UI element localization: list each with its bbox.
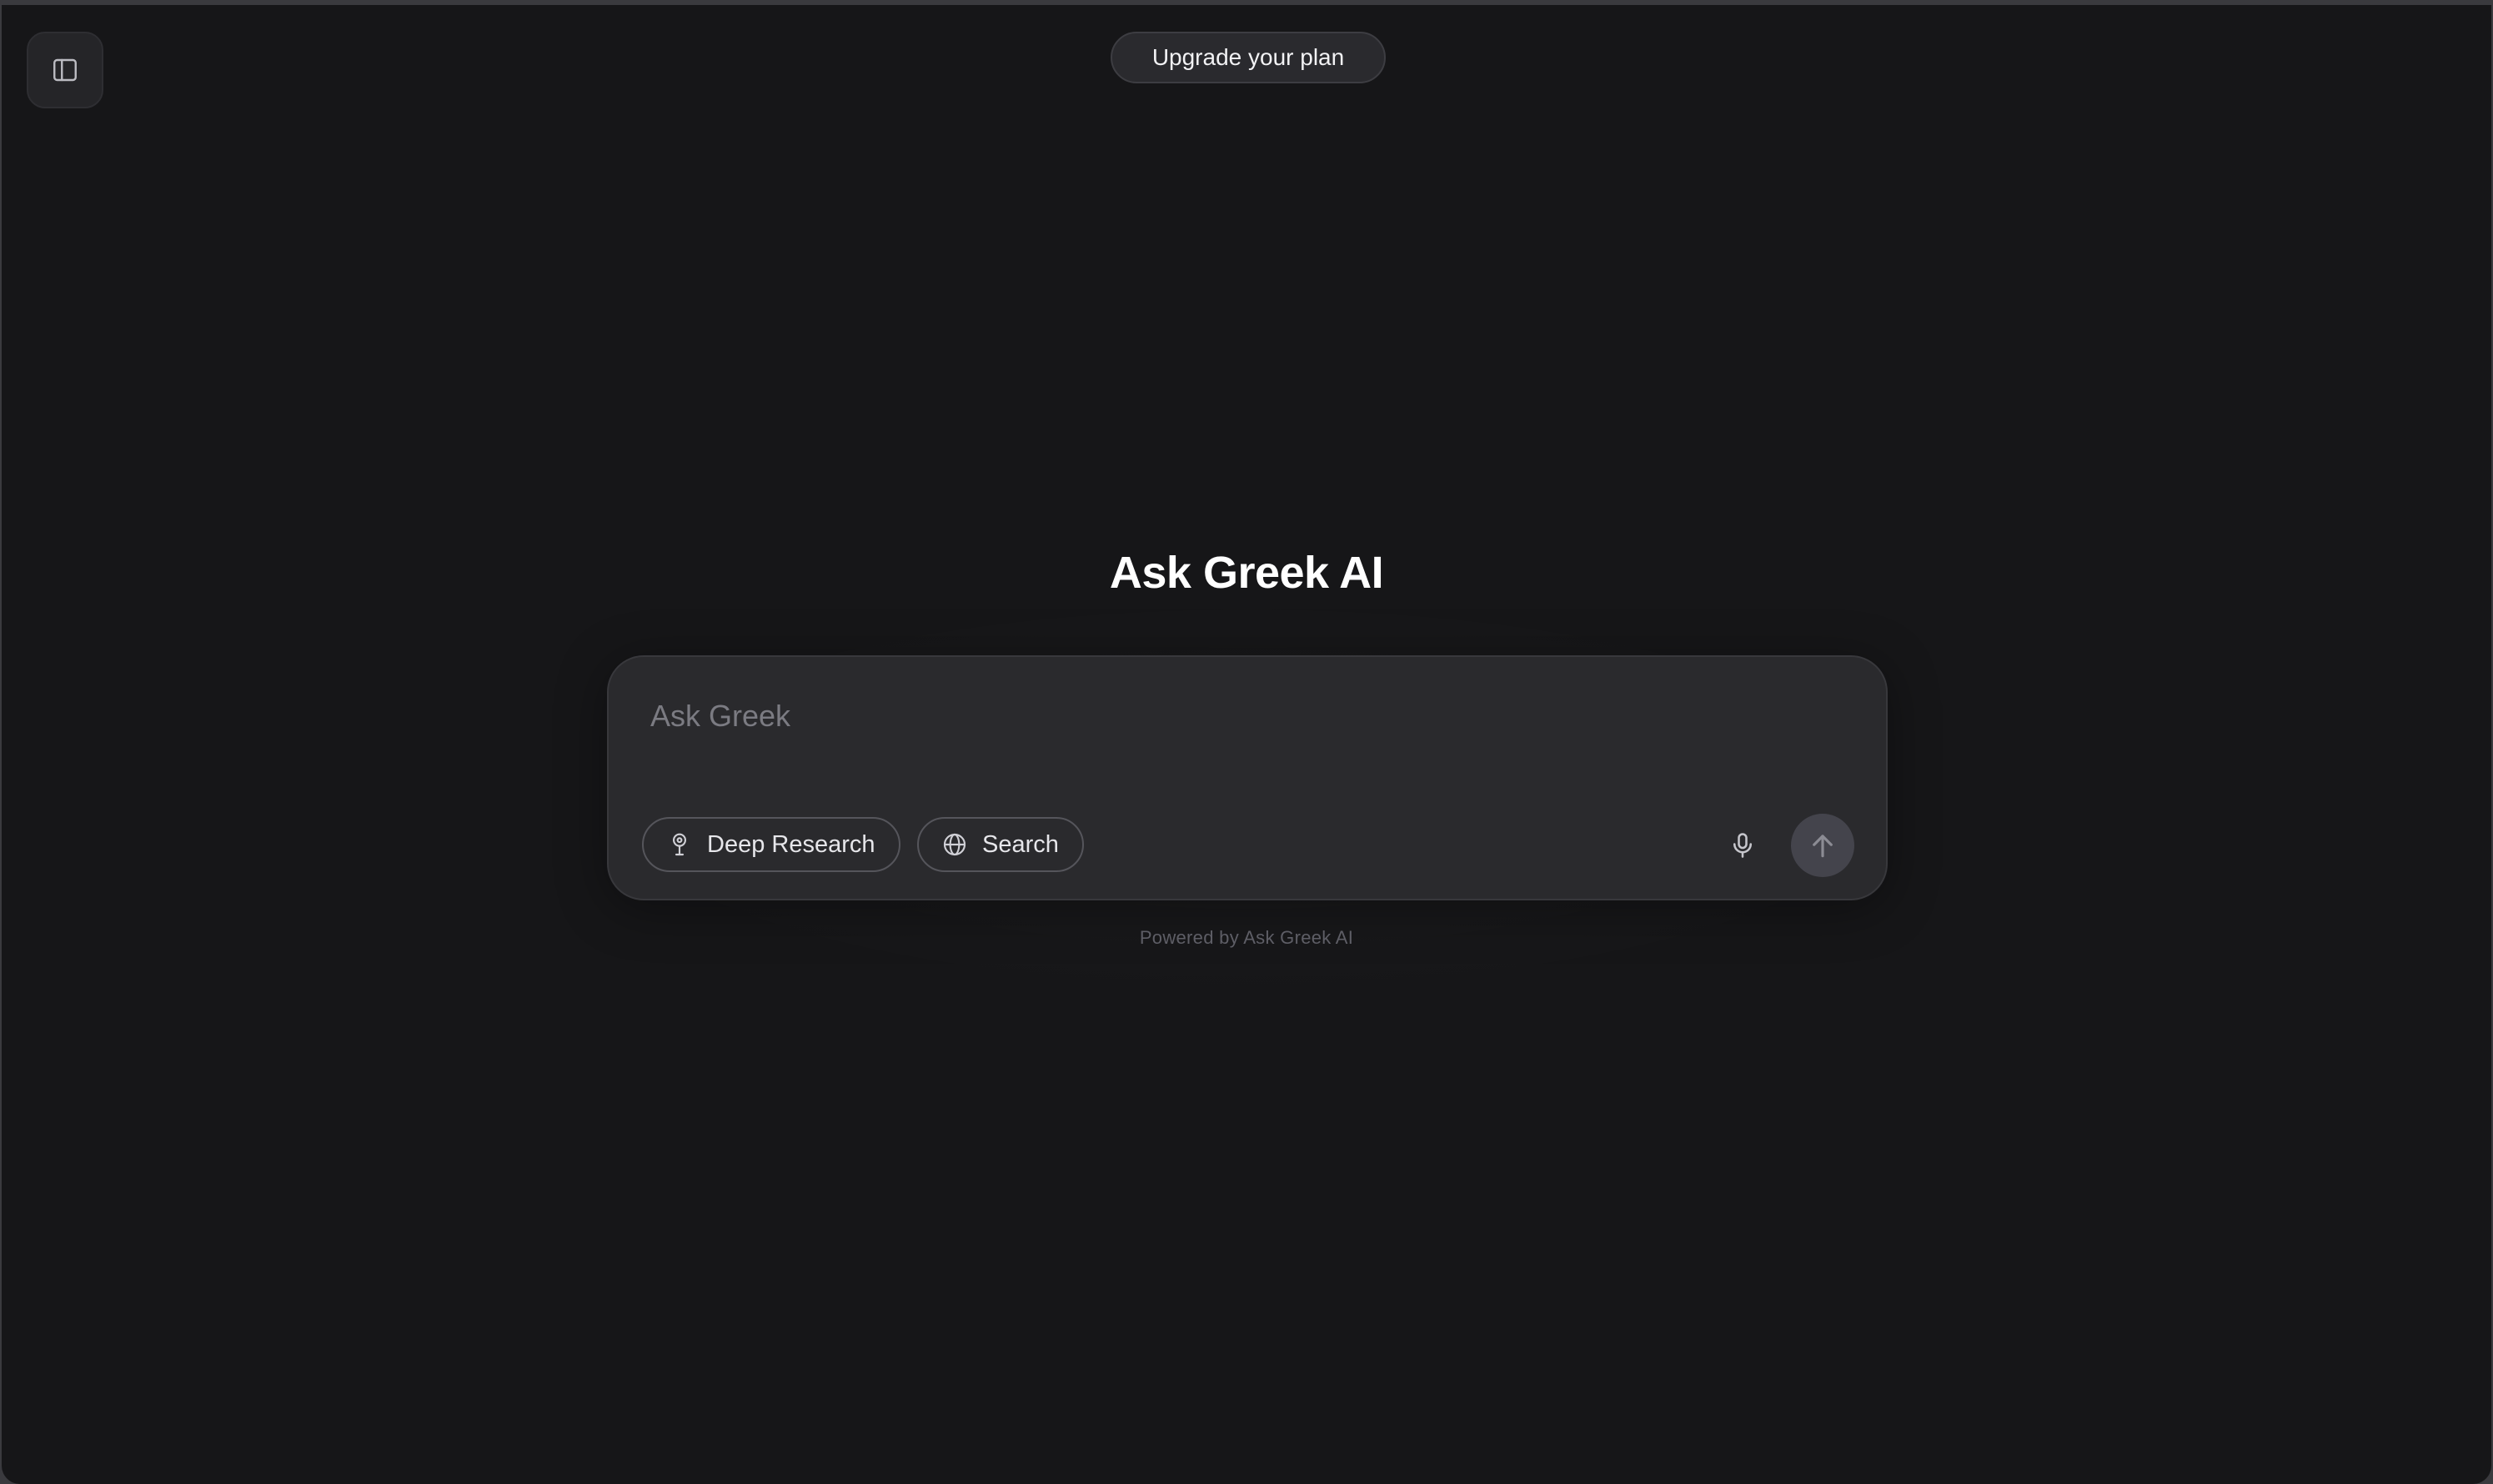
deep-research-label: Deep Research — [707, 830, 875, 858]
composer: Deep Research Search — [607, 655, 1888, 900]
sidebar-toggle-icon — [53, 58, 77, 82]
prompt-input[interactable] — [649, 690, 1836, 742]
upgrade-plan-button[interactable]: Upgrade your plan — [1111, 32, 1386, 83]
deep-research-button[interactable]: Deep Research — [642, 817, 900, 872]
send-button[interactable] — [1791, 814, 1854, 877]
globe-icon — [941, 830, 969, 859]
powered-by-note: Powered by Ask Greek AI — [1139, 927, 1354, 948]
search-button[interactable]: Search — [917, 817, 1084, 872]
upgrade-plan-label: Upgrade your plan — [1151, 44, 1345, 70]
deep-research-icon — [665, 830, 694, 859]
search-label: Search — [982, 830, 1059, 858]
microphone-button[interactable] — [1718, 820, 1768, 870]
app-window: Upgrade your plan Ask Greek AI Deep Rese… — [2, 5, 2491, 1484]
sidebar-toggle-button[interactable] — [27, 32, 103, 108]
arrow-up-icon — [1813, 835, 1833, 858]
microphone-icon — [1733, 833, 1753, 858]
